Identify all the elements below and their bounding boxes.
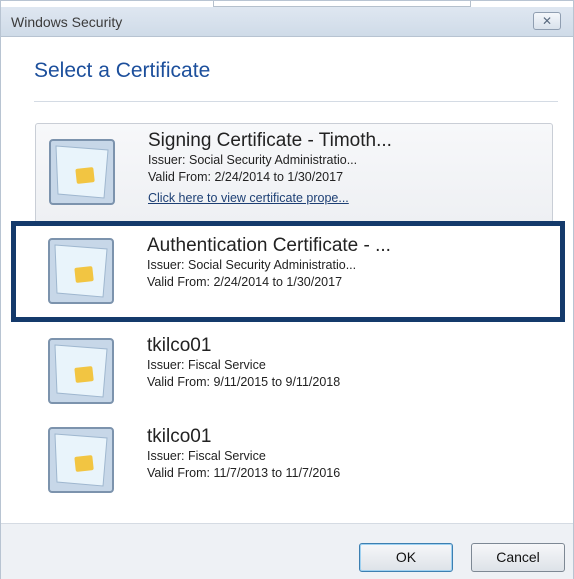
certificate-item-tkilco01-a[interactable]: tkilco01 Issuer: Fiscal Service Valid Fr…: [35, 331, 553, 421]
certificate-item-authentication[interactable]: Authentication Certificate - ... Issuer:…: [11, 221, 565, 322]
certificate-name: Authentication Certificate - ...: [147, 235, 391, 256]
window-title: Windows Security: [11, 14, 123, 30]
certificate-issuer: Issuer: Social Security Administratio...: [148, 153, 358, 167]
certificate-name: tkilco01: [147, 335, 212, 356]
certificate-card-icon: [48, 338, 114, 404]
ok-button[interactable]: OK: [359, 543, 453, 572]
certificate-item-signing[interactable]: Signing Certificate - Timoth... Issuer: …: [35, 123, 553, 223]
certificate-card-icon: [48, 238, 114, 304]
close-icon: ✕: [541, 14, 553, 28]
title-bar: Windows Security ✕: [1, 7, 573, 37]
certificate-card-icon: [49, 139, 115, 205]
certificate-item-tkilco01-b[interactable]: tkilco01 Issuer: Fiscal Service Valid Fr…: [35, 422, 553, 512]
heading-divider: [34, 101, 558, 102]
certificate-issuer: Issuer: Social Security Administratio...: [147, 258, 357, 272]
certificate-dialog: Windows Security ✕ Select a Certificate …: [0, 0, 574, 579]
certificate-validity: Valid From: 9/11/2015 to 9/11/2018: [147, 375, 341, 389]
close-button[interactable]: ✕: [533, 12, 561, 30]
certificate-validity: Valid From: 2/24/2014 to 1/30/2017: [147, 275, 343, 289]
certificate-name: tkilco01: [147, 426, 212, 447]
certificate-issuer: Issuer: Fiscal Service: [147, 449, 266, 463]
dialog-footer: OK Cancel: [1, 523, 573, 579]
certificate-issuer: Issuer: Fiscal Service: [147, 358, 266, 372]
certificate-name: Signing Certificate - Timoth...: [148, 130, 392, 151]
certificate-validity: Valid From: 2/24/2014 to 1/30/2017: [148, 170, 344, 184]
certificate-card-icon: [48, 427, 114, 493]
view-properties-link[interactable]: Click here to view certificate prope...: [148, 190, 392, 207]
cancel-button[interactable]: Cancel: [471, 543, 565, 572]
certificate-validity: Valid From: 11/7/2013 to 11/7/2016: [147, 466, 341, 480]
dialog-heading: Select a Certificate: [34, 59, 211, 82]
